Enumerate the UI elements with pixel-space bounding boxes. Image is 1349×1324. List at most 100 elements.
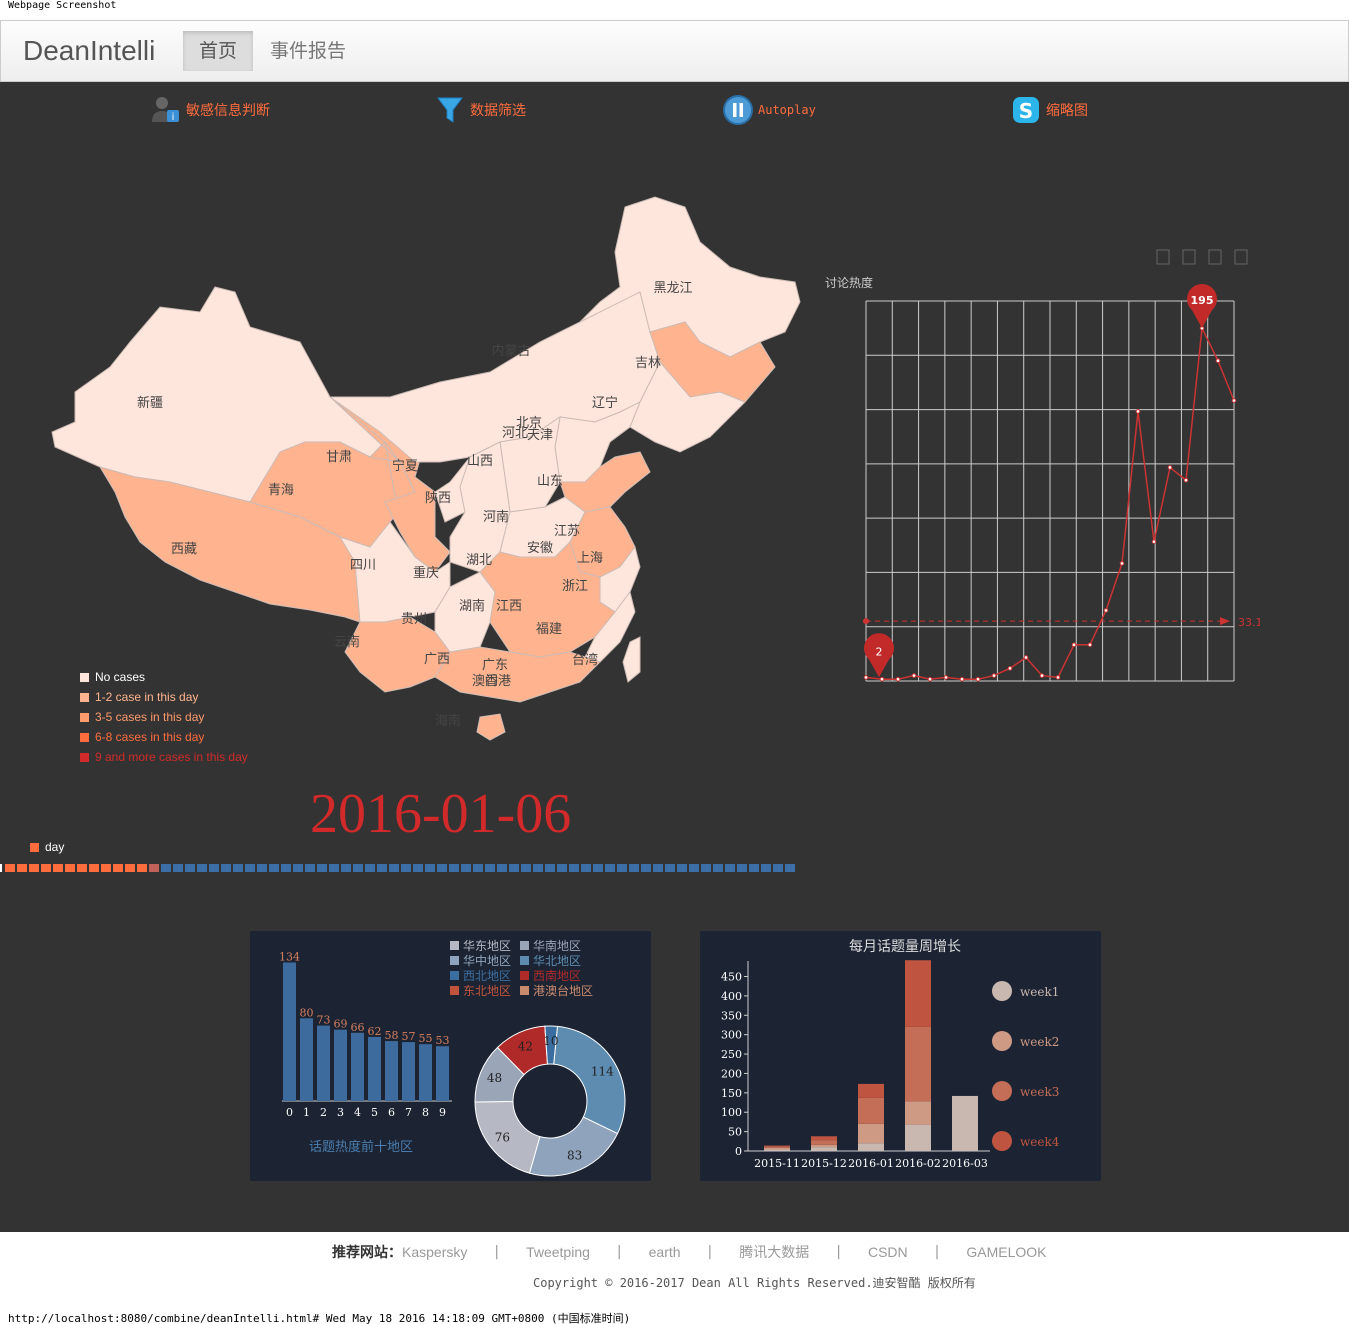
region-legend-item[interactable]: 东北地区 (450, 984, 511, 998)
week-legend-item[interactable]: week1 (992, 981, 1059, 1001)
timeline-day[interactable] (689, 864, 699, 872)
nav-home[interactable]: 首页 (183, 31, 254, 71)
heat-point[interactable] (1023, 655, 1029, 660)
region-legend-item[interactable]: 港澳台地区 (520, 983, 593, 998)
map-legend-item[interactable]: 9 and more cases in this day (80, 750, 248, 764)
timeline-day[interactable] (221, 864, 231, 872)
heat-point[interactable] (1231, 398, 1237, 403)
bar-icon[interactable] (1208, 249, 1222, 265)
timeline-day[interactable] (581, 864, 591, 872)
timeline-day[interactable] (17, 864, 27, 872)
timeline-day[interactable] (173, 864, 183, 872)
footer-link[interactable]: GAMELOOK (966, 1244, 1046, 1260)
thumbnail-button[interactable]: S 缩略图 (1012, 90, 1088, 130)
timeline-day[interactable] (653, 864, 663, 872)
restore-icon[interactable] (1234, 249, 1248, 265)
timeline-day[interactable] (293, 864, 303, 872)
timeline-day[interactable] (713, 864, 723, 872)
timeline-day[interactable] (665, 864, 675, 872)
timeline-day[interactable] (617, 864, 627, 872)
province-taiwan[interactable] (622, 636, 641, 683)
region-legend-item[interactable]: 西北地区 (450, 969, 511, 983)
timeline-day[interactable] (749, 864, 759, 872)
stack-segment[interactable] (764, 1145, 790, 1147)
brand-logo[interactable]: DeanIntelli (23, 35, 155, 67)
stack-segment[interactable] (811, 1140, 837, 1145)
province-hainan[interactable] (476, 713, 506, 741)
timeline-day[interactable] (77, 864, 87, 872)
timeline-day[interactable] (365, 864, 375, 872)
timeline-day[interactable] (209, 864, 219, 872)
region-bar[interactable] (385, 1041, 398, 1101)
timeline-day[interactable] (485, 864, 495, 872)
timeline-day[interactable] (521, 864, 531, 872)
discussion-heat-chart[interactable]: 讨论热度 33.11 195 2 (800, 242, 1260, 712)
heat-point[interactable] (1119, 561, 1125, 566)
region-bar[interactable] (283, 962, 296, 1101)
region-bar[interactable] (334, 1029, 347, 1101)
timeline-day[interactable] (89, 864, 99, 872)
timeline-bar[interactable] (0, 862, 800, 874)
timeline-day[interactable] (785, 864, 795, 872)
timeline-day[interactable] (629, 864, 639, 872)
timeline-day[interactable] (329, 864, 339, 872)
stack-segment[interactable] (858, 1097, 884, 1124)
data-filter-button[interactable]: 数据筛选 (436, 90, 526, 130)
timeline-day[interactable] (557, 864, 567, 872)
monthly-growth-chart[interactable]: 每月话题量周增长 0 50 100 150 200 250 300 350 400 450 2015-… (700, 931, 1101, 1181)
timeline-day[interactable] (605, 864, 615, 872)
stack-segment[interactable] (858, 1083, 884, 1098)
timeline-day[interactable] (53, 864, 63, 872)
timeline-day[interactable] (281, 864, 291, 872)
region-bar[interactable] (436, 1046, 449, 1101)
stack-segment[interactable] (858, 1123, 884, 1144)
china-map[interactable]: 黑龙江吉林辽宁内蒙古新疆北京天津河北山西山东甘肃宁夏陕西青海河南江苏安徽上海西藏… (40, 192, 810, 752)
region-bar[interactable] (368, 1036, 381, 1101)
stack-segment[interactable] (811, 1136, 837, 1141)
timeline-day[interactable] (377, 864, 387, 872)
map-legend-item[interactable]: 1-2 case in this day (80, 690, 198, 704)
heat-point[interactable] (1087, 642, 1093, 648)
timeline-day[interactable] (269, 864, 279, 872)
timeline-day[interactable] (677, 864, 687, 872)
region-bar[interactable] (317, 1025, 330, 1101)
heat-point[interactable] (991, 673, 997, 678)
heat-point[interactable] (1167, 465, 1173, 470)
timeline-day[interactable] (593, 864, 603, 872)
footer-link[interactable]: CSDN (868, 1244, 908, 1260)
timeline-day[interactable] (149, 864, 159, 872)
heat-point[interactable] (943, 675, 949, 680)
stack-segment[interactable] (811, 1147, 837, 1151)
heat-point[interactable] (1183, 477, 1189, 483)
footer-link[interactable]: 腾讯大数据 (739, 1242, 809, 1262)
heat-point[interactable] (1151, 539, 1157, 544)
stack-segment[interactable] (858, 1143, 884, 1151)
heat-point[interactable] (1055, 675, 1061, 680)
region-legend-item[interactable]: 华东地区 (450, 939, 511, 953)
footer-link[interactable]: earth (649, 1244, 681, 1260)
timeline-day[interactable] (413, 864, 423, 872)
donut-slice[interactable] (553, 1025, 626, 1135)
heat-point[interactable] (879, 676, 885, 682)
timeline-day[interactable] (461, 864, 471, 872)
timeline-day[interactable] (257, 864, 267, 872)
region-legend-item[interactable]: 华北地区 (520, 954, 581, 968)
stack-segment[interactable] (811, 1144, 837, 1148)
region-bar[interactable] (419, 1044, 432, 1101)
timeline-day[interactable] (305, 864, 315, 872)
timeline-day[interactable] (641, 864, 651, 872)
week-legend-item[interactable]: week4 (992, 1131, 1060, 1151)
region-legend-item[interactable]: 华南地区 (520, 938, 581, 953)
timeline-day[interactable] (737, 864, 747, 872)
timeline-day[interactable] (317, 864, 327, 872)
timeline-day[interactable] (509, 864, 519, 872)
line-icon[interactable] (1182, 249, 1196, 265)
region-legend-item[interactable]: 西南地区 (520, 968, 581, 983)
timeline-day[interactable] (701, 864, 711, 872)
stack-segment[interactable] (764, 1146, 790, 1148)
heat-point[interactable] (1007, 666, 1013, 671)
timeline-day[interactable] (161, 864, 171, 872)
heat-point[interactable] (927, 676, 933, 682)
timeline-day[interactable] (233, 864, 243, 872)
timeline-day[interactable] (437, 864, 447, 872)
